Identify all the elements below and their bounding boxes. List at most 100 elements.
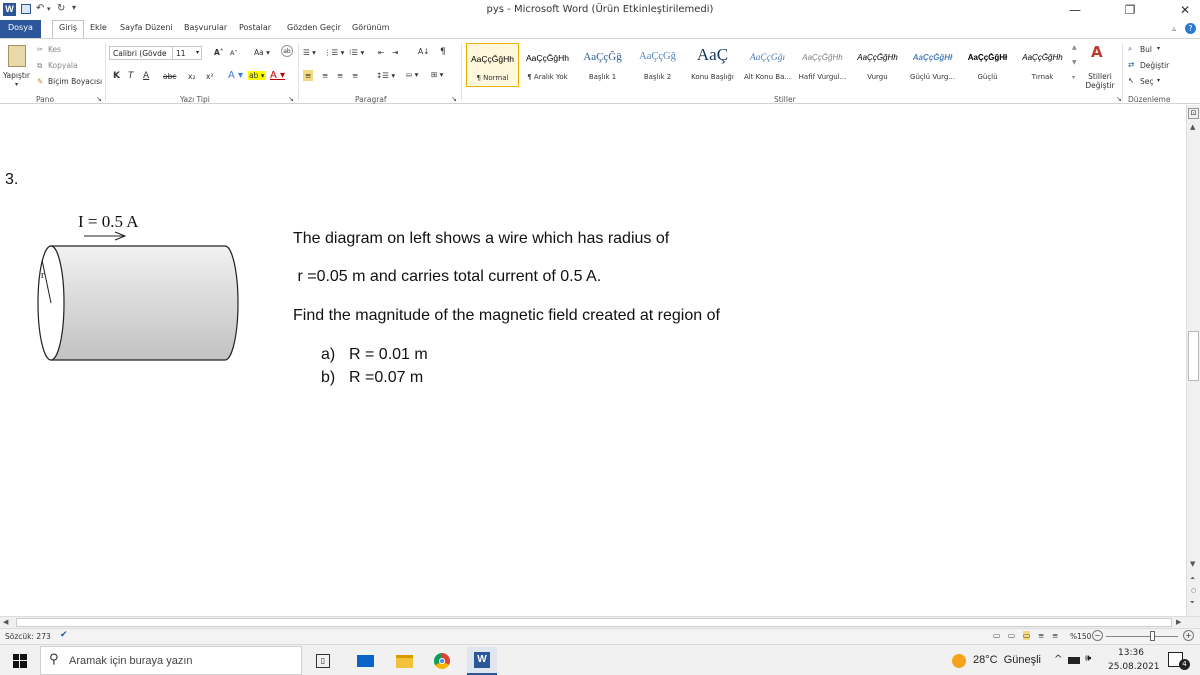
select-icon[interactable]: ↖ <box>1128 76 1134 85</box>
style-quote[interactable]: AaÇçĞğHh Tırnak <box>1016 43 1069 87</box>
view-outline-icon[interactable]: ≡ <box>1038 631 1044 640</box>
ribbon-minimize-icon[interactable]: ▵ <box>1172 24 1176 33</box>
tab-review[interactable]: Gözden Geçir <box>287 23 341 32</box>
highlight-icon[interactable]: ab ▾ <box>248 71 266 80</box>
subscript-button[interactable]: x₂ <box>188 72 195 81</box>
scroll-up-icon[interactable]: ▲ <box>1190 123 1195 131</box>
task-view-icon[interactable]: ▯ <box>316 654 330 668</box>
style-intense-emphasis[interactable]: AaÇçĞğHł Güçlü Vurg... <box>906 43 959 87</box>
tab-insert[interactable]: Ekle <box>90 23 107 32</box>
paragraph-launcher-icon[interactable]: ↘ <box>451 95 457 103</box>
ruler-toggle-icon[interactable]: ⊡ <box>1188 108 1199 119</box>
copy-button[interactable]: Kopyala <box>48 61 78 70</box>
style-emphasis[interactable]: AaÇçĞğHh Vurgu <box>851 43 904 87</box>
zoom-slider-track[interactable] <box>1106 636 1178 637</box>
paste-icon[interactable] <box>8 45 26 67</box>
previous-page-icon[interactable]: ⏶ <box>1190 575 1195 583</box>
scroll-thumb[interactable] <box>1188 331 1199 381</box>
strikethrough-button[interactable]: abc <box>163 72 176 81</box>
find-dropdown-icon[interactable]: ▾ <box>1157 45 1160 52</box>
start-windows-icon[interactable] <box>13 654 27 668</box>
copy-icon[interactable]: ⧉ <box>37 61 42 71</box>
grow-font-icon[interactable]: A˄ <box>214 48 224 57</box>
view-draft-icon[interactable]: ≡ <box>1052 631 1058 640</box>
view-web-layout-icon[interactable]: ▭ <box>1023 631 1031 640</box>
horizontal-scrollbar[interactable]: ◀ ▶ <box>0 616 1200 628</box>
font-launcher-icon[interactable]: ↘ <box>288 95 294 103</box>
clipboard-launcher-icon[interactable]: ↘ <box>96 95 102 103</box>
gallery-scroll-down-icon[interactable]: ▼ <box>1072 59 1077 66</box>
maximize-button[interactable]: ❐ <box>1117 2 1143 18</box>
cut-icon[interactable]: ✂ <box>37 45 43 54</box>
decrease-indent-icon[interactable]: ⇤ <box>378 48 384 57</box>
gallery-more-icon[interactable]: ▾ <box>1072 74 1075 81</box>
format-painter-icon[interactable]: ✎ <box>37 77 43 86</box>
document-page[interactable]: 3. I = 0.5 A r The diagram on left shows… <box>0 105 1186 616</box>
tab-references[interactable]: Başvurular <box>184 23 227 32</box>
shading-icon[interactable]: ⛀ ▾ <box>406 70 418 79</box>
chrome-icon[interactable] <box>434 653 450 669</box>
scroll-down-icon[interactable]: ▼ <box>1190 560 1195 568</box>
style-strong[interactable]: AaÇçĞğHł Güçlü <box>961 43 1014 87</box>
align-center-icon[interactable]: ≡ <box>322 71 328 80</box>
numbering-icon[interactable]: ⋮☰ ▾ <box>324 48 344 57</box>
font-size-dropdown-icon[interactable]: ▾ <box>196 49 199 56</box>
justify-icon[interactable]: ≡ <box>352 71 358 80</box>
scroll-right-icon[interactable]: ▶ <box>1176 618 1181 626</box>
mail-app-icon[interactable] <box>357 655 374 667</box>
weather-icon[interactable] <box>952 654 966 668</box>
weather-text[interactable]: 28°C Güneşli <box>973 654 1041 666</box>
style-subtitle[interactable]: AaÇçĞğı Alt Konu Ba... <box>741 43 794 87</box>
replace-icon[interactable]: ⇄ <box>1128 60 1134 69</box>
sort-icon[interactable]: A↓ <box>418 47 429 56</box>
style-subtle-emphasis[interactable]: AaÇçĞğHh Hafif Vurgul... <box>796 43 849 87</box>
clock-date[interactable]: 25.08.2021 <box>1108 662 1160 672</box>
select-button[interactable]: Seç <box>1140 77 1154 86</box>
superscript-button[interactable]: x² <box>206 72 213 81</box>
zoom-in-icon[interactable]: + <box>1183 630 1194 641</box>
change-styles-button[interactable]: Stilleri Değiştir <box>1085 72 1115 90</box>
gallery-scroll-up-icon[interactable]: ▲ <box>1072 44 1077 51</box>
tab-view[interactable]: Görünüm <box>352 23 389 32</box>
horizontal-scroll-thumb[interactable] <box>16 618 1172 627</box>
paste-button[interactable]: Yapıştır <box>3 71 30 80</box>
style-title[interactable]: AaÇ Konu Başlığı <box>686 43 739 87</box>
taskbar-search-box[interactable]: ⚲ Aramak için buraya yazın <box>40 646 302 675</box>
volume-icon[interactable]: 🕪 <box>1085 653 1091 664</box>
style-heading-2[interactable]: AaÇçĞğ Başlık 2 <box>631 43 684 87</box>
word-count[interactable]: Sözcük: 273 <box>5 632 51 641</box>
view-print-layout-icon[interactable]: ▭ <box>993 631 1000 640</box>
style-no-spacing[interactable]: AaÇçĞğHh ¶ Aralık Yok <box>521 43 574 87</box>
minimize-button[interactable]: — <box>1062 2 1088 18</box>
replace-button[interactable]: Değiştir <box>1140 61 1169 70</box>
tray-overflow-icon[interactable]: ^ <box>1054 654 1062 665</box>
scroll-left-icon[interactable]: ◀ <box>3 618 8 626</box>
increase-indent-icon[interactable]: ⇥ <box>392 48 398 57</box>
next-page-icon[interactable]: ⏷ <box>1190 599 1195 607</box>
text-effects-icon[interactable]: A ▾ <box>228 70 243 81</box>
help-icon[interactable]: ? <box>1185 23 1196 34</box>
browse-object-icon[interactable]: ○ <box>1191 587 1196 594</box>
align-left-icon[interactable]: ≡ <box>303 70 314 81</box>
multilevel-list-icon[interactable]: ⁝☰ ▾ <box>349 48 364 57</box>
paste-dropdown-icon[interactable]: ▾ <box>15 81 18 88</box>
style-heading-1[interactable]: AaÇçĞğ Başlık 1 <box>576 43 629 87</box>
clear-formatting-icon[interactable]: ab <box>281 45 293 57</box>
bold-button[interactable]: K <box>113 71 120 81</box>
change-case-icon[interactable]: Aa ▾ <box>254 48 270 57</box>
shrink-font-icon[interactable]: A˅ <box>230 49 238 57</box>
show-marks-icon[interactable]: ¶ <box>440 47 446 57</box>
font-color-icon[interactable]: A ▾ <box>270 70 285 81</box>
proofing-icon[interactable]: ✔ <box>60 630 68 640</box>
align-right-icon[interactable]: ≡ <box>337 71 343 80</box>
cut-button[interactable]: Kes <box>48 45 61 54</box>
tab-page-layout[interactable]: Sayfa Düzeni <box>120 23 173 32</box>
font-size-combo[interactable]: 11 ▾ <box>172 46 202 60</box>
vertical-scrollbar[interactable]: ⊡ ▲ ▼ ⏶ ○ ⏷ <box>1186 105 1200 616</box>
close-button[interactable]: ✕ <box>1172 2 1198 18</box>
file-explorer-icon[interactable] <box>396 655 413 668</box>
tab-home[interactable]: Giriş <box>52 20 85 38</box>
tab-file[interactable]: Dosya <box>0 20 41 38</box>
select-dropdown-icon[interactable]: ▾ <box>1157 77 1160 84</box>
zoom-level[interactable]: %150 <box>1070 632 1091 641</box>
